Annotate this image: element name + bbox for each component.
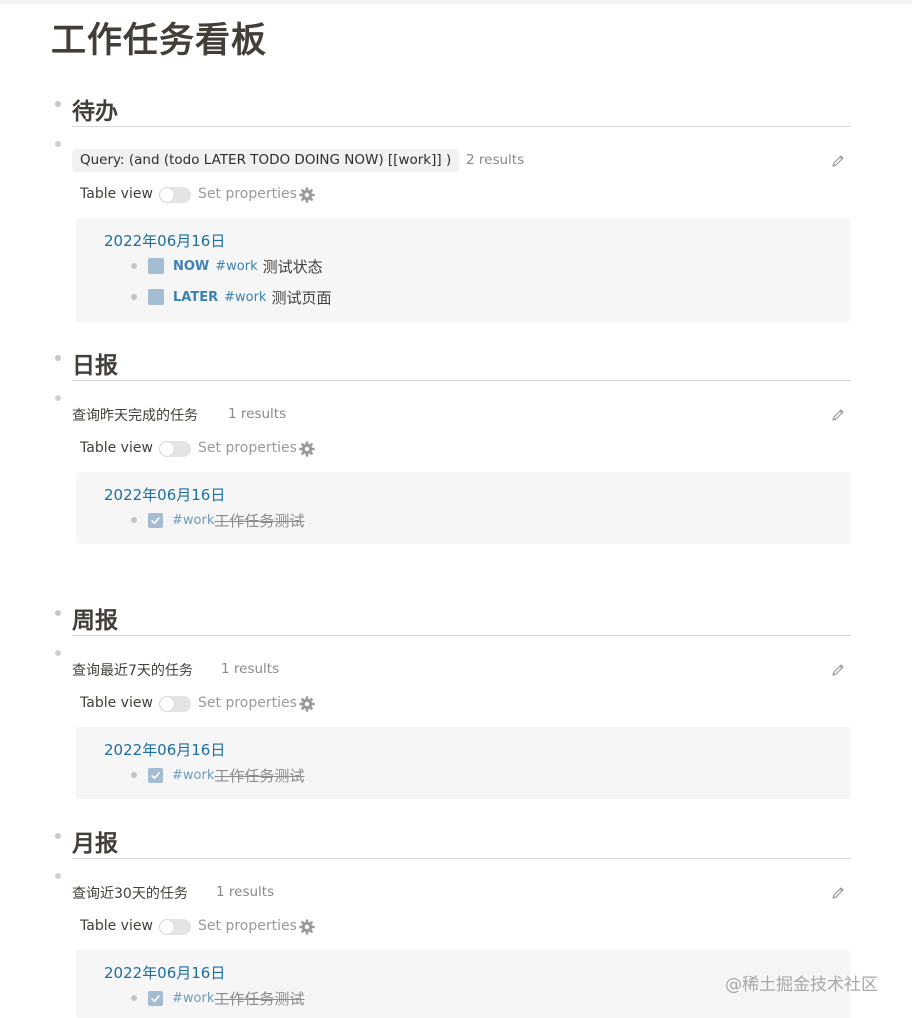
query-result-count: 1 results — [216, 884, 275, 900]
query-result-count: 2 results — [466, 152, 525, 168]
tag-link[interactable]: #work — [215, 259, 257, 274]
query-title[interactable]: 查询近30天的任务 — [72, 883, 188, 903]
task-checkbox-checked[interactable] — [148, 990, 163, 1006]
journal-date-link[interactable]: 2022年06月16日 — [104, 230, 225, 251]
journal-date-link[interactable]: 2022年06月16日 — [104, 484, 225, 505]
item-bullet[interactable] — [131, 772, 137, 778]
task-text[interactable]: 测试状态 — [263, 256, 323, 277]
query-bullet[interactable] — [55, 141, 61, 147]
task-item: LATER #work 测试页面 — [131, 287, 331, 307]
page-title: 工作任务看板 — [51, 21, 268, 61]
task-checkbox-checked[interactable] — [148, 767, 163, 783]
journal-date-link[interactable]: 2022年06月16日 — [104, 739, 225, 760]
heading-bullet[interactable] — [55, 101, 61, 107]
item-bullet[interactable] — [131, 517, 137, 523]
top-divider — [0, 0, 912, 4]
checkmark-icon — [151, 516, 160, 524]
table-view-label: Table view — [80, 186, 153, 202]
task-item: #work 工作任务测试 — [131, 988, 304, 1008]
checkmark-icon — [151, 771, 160, 779]
task-checkbox-checked[interactable] — [148, 512, 163, 528]
item-bullet[interactable] — [131, 263, 137, 269]
table-view-toggle[interactable] — [159, 187, 191, 203]
table-view-label: Table view — [80, 918, 153, 934]
gear-icon[interactable] — [299, 696, 315, 712]
watermark: @稀土掘金技术社区 — [725, 975, 878, 995]
tag-link[interactable]: #work — [172, 768, 214, 783]
task-text[interactable]: 工作任务测试 — [214, 765, 304, 786]
query-title[interactable]: 查询最近7天的任务 — [72, 660, 193, 680]
gear-icon[interactable] — [299, 919, 315, 935]
task-text[interactable]: 工作任务测试 — [214, 510, 304, 531]
toggle-knob — [160, 920, 174, 934]
heading-bullet[interactable] — [55, 833, 61, 839]
query-result-count: 1 results — [221, 661, 280, 677]
heading-divider — [72, 126, 851, 127]
heading-divider — [72, 635, 851, 636]
section-heading[interactable]: 月报 — [72, 824, 118, 858]
task-item: #work 工作任务测试 — [131, 765, 304, 785]
query-bullet[interactable] — [55, 395, 61, 401]
journal-date-link[interactable]: 2022年06月16日 — [104, 962, 225, 983]
task-checkbox[interactable] — [148, 258, 164, 274]
query-result-count: 1 results — [228, 406, 287, 422]
set-properties-button[interactable]: Set properties — [198, 440, 297, 456]
pencil-icon[interactable] — [830, 407, 846, 423]
section-heading[interactable]: 周报 — [72, 601, 118, 635]
heading-bullet[interactable] — [55, 355, 61, 361]
table-view-toggle[interactable] — [159, 441, 191, 457]
table-view-label: Table view — [80, 695, 153, 711]
set-properties-button[interactable]: Set properties — [198, 186, 297, 202]
section-heading[interactable]: 待办 — [72, 92, 118, 126]
item-bullet[interactable] — [131, 294, 137, 300]
task-item: #work 工作任务测试 — [131, 510, 304, 530]
tag-link[interactable]: #work — [224, 290, 266, 305]
query-title[interactable]: Query: (and (todo LATER TODO DOING NOW) … — [72, 149, 460, 172]
section-heading[interactable]: 日报 — [72, 346, 118, 380]
query-results-panel: 2022年06月16日 #work 工作任务测试 — [76, 727, 850, 799]
pencil-icon[interactable] — [830, 662, 846, 678]
checkmark-icon — [151, 994, 160, 1002]
toggle-knob — [160, 442, 174, 456]
query-bullet[interactable] — [55, 650, 61, 656]
toggle-knob — [160, 697, 174, 711]
query-results-panel: 2022年06月16日 NOW #work 测试状态 LATER #work 测… — [76, 218, 850, 322]
query-bullet[interactable] — [55, 873, 61, 879]
gear-icon[interactable] — [299, 187, 315, 203]
table-view-label: Table view — [80, 440, 153, 456]
task-text[interactable]: 测试页面 — [271, 287, 331, 308]
tag-link[interactable]: #work — [172, 991, 214, 1006]
query-results-panel: 2022年06月16日 #work 工作任务测试 — [76, 472, 850, 544]
pencil-icon[interactable] — [830, 885, 846, 901]
set-properties-button[interactable]: Set properties — [198, 918, 297, 934]
heading-bullet[interactable] — [55, 610, 61, 616]
task-checkbox[interactable] — [148, 289, 164, 305]
tag-link[interactable]: #work — [172, 513, 214, 528]
set-properties-button[interactable]: Set properties — [198, 695, 297, 711]
toggle-knob — [160, 188, 174, 202]
task-marker[interactable]: LATER — [173, 290, 218, 305]
heading-divider — [72, 858, 851, 859]
heading-divider — [72, 380, 851, 381]
table-view-toggle[interactable] — [159, 919, 191, 935]
task-marker[interactable]: NOW — [173, 259, 209, 274]
gear-icon[interactable] — [299, 441, 315, 457]
query-title[interactable]: 查询昨天完成的任务 — [72, 405, 198, 425]
pencil-icon[interactable] — [830, 153, 846, 169]
item-bullet[interactable] — [131, 995, 137, 1001]
task-text[interactable]: 工作任务测试 — [214, 988, 304, 1009]
task-item: NOW #work 测试状态 — [131, 256, 323, 276]
table-view-toggle[interactable] — [159, 696, 191, 712]
